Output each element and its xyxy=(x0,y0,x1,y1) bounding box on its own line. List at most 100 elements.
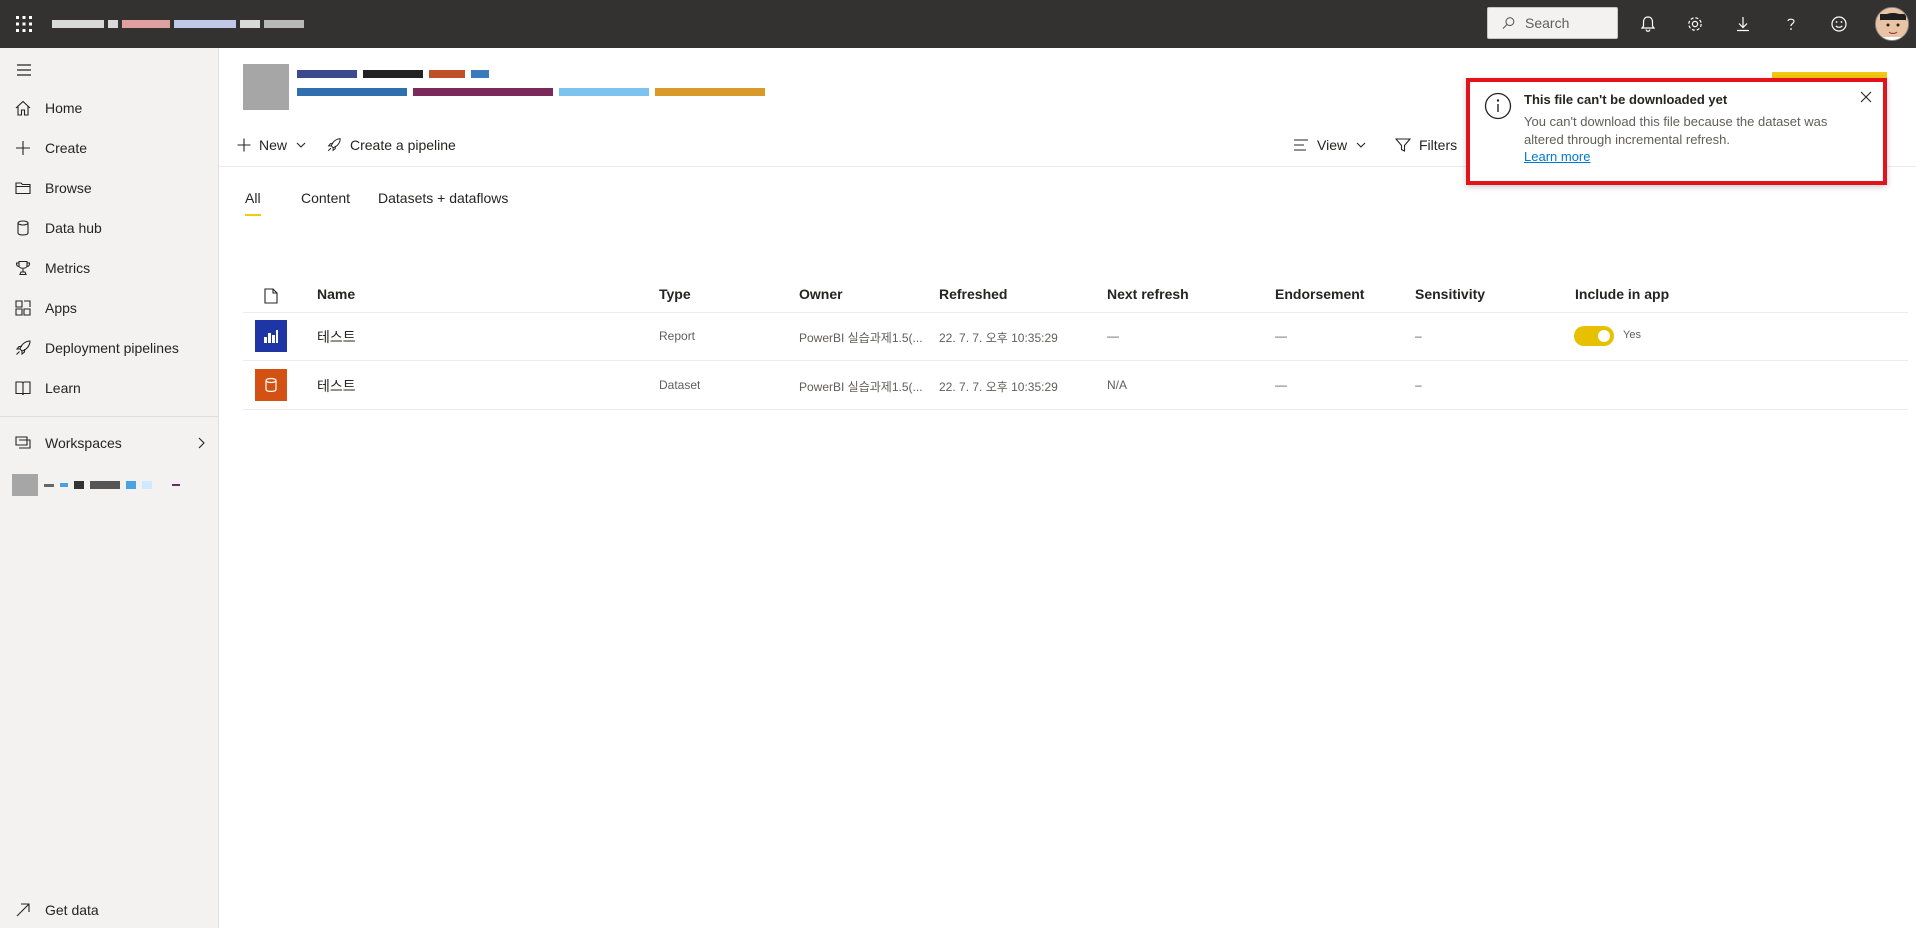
table-header-row: Name Type Owner Refreshed Next refresh E… xyxy=(243,276,1908,313)
nav-label: Get data xyxy=(45,902,99,918)
nav-item-learn[interactable]: Learn xyxy=(0,370,218,406)
new-label: New xyxy=(259,137,288,153)
dataset-icon xyxy=(255,369,287,401)
search-icon xyxy=(1502,17,1515,29)
item-type: Dataset xyxy=(659,378,701,392)
rocket-icon xyxy=(15,340,31,356)
search-input[interactable] xyxy=(1523,14,1617,32)
top-bar xyxy=(0,0,1916,48)
workspace-logo xyxy=(243,64,289,110)
notifications-bell-icon[interactable] xyxy=(1636,12,1660,36)
redacted-app-title xyxy=(52,14,304,34)
tab-content[interactable]: Content xyxy=(301,190,350,214)
table-row[interactable]: 테스트 Dataset PowerBI 실습과제1.5(... 22. 7. 7… xyxy=(243,361,1908,410)
item-name[interactable]: 테스트 xyxy=(317,327,356,347)
item-refreshed: 22. 7. 7. 오후 10:35:29 xyxy=(939,380,1058,394)
item-sensitivity: – xyxy=(1415,329,1422,343)
redacted-workspace-title xyxy=(297,64,765,124)
notification-message: You can't download this file because the… xyxy=(1524,114,1828,147)
nav-item-workspaces[interactable]: Workspaces xyxy=(0,425,218,461)
item-owner: PowerBI 실습과제1.5(... xyxy=(799,380,923,394)
settings-gear-icon[interactable] xyxy=(1683,12,1707,36)
rocket-icon xyxy=(327,138,341,152)
data-hub-icon xyxy=(17,220,29,236)
pipeline-label: Create a pipeline xyxy=(350,137,456,153)
arrow-up-right-icon xyxy=(16,903,30,917)
header-include-in-app[interactable]: Include in app xyxy=(1575,286,1669,302)
item-sensitivity: – xyxy=(1415,378,1422,392)
chevron-down-icon xyxy=(296,142,306,148)
redacted-current-workspace[interactable] xyxy=(12,474,180,496)
left-nav-pane: Home Create Browse Data hub Metrics Apps… xyxy=(0,48,219,928)
header-endorsement[interactable]: Endorsement xyxy=(1275,286,1364,302)
nav-divider xyxy=(0,416,218,417)
nav-label: Learn xyxy=(45,380,81,396)
new-button[interactable]: New xyxy=(237,124,307,166)
file-type-icon xyxy=(264,288,278,304)
nav-item-metrics[interactable]: Metrics xyxy=(0,250,218,286)
learn-more-link[interactable]: Learn more xyxy=(1524,149,1590,164)
filters-label: Filters xyxy=(1419,137,1458,153)
header-type[interactable]: Type xyxy=(659,286,691,302)
report-icon xyxy=(255,320,287,352)
feedback-smiley-icon[interactable] xyxy=(1827,12,1851,36)
include-in-app-label: Yes xyxy=(1623,329,1641,341)
nav-item-apps[interactable]: Apps xyxy=(0,290,218,326)
nav-label: Browse xyxy=(45,180,92,196)
plus-icon xyxy=(16,141,30,155)
help-question-icon[interactable] xyxy=(1779,12,1803,36)
chevron-right-icon xyxy=(198,437,205,449)
plus-icon xyxy=(237,138,251,152)
nav-label: Metrics xyxy=(45,260,91,276)
view-label: View xyxy=(1317,137,1348,153)
header-owner[interactable]: Owner xyxy=(799,286,843,302)
nav-item-browse[interactable]: Browse xyxy=(0,170,218,206)
folder-icon xyxy=(15,182,31,195)
apps-icon xyxy=(15,300,31,316)
header-refreshed[interactable]: Refreshed xyxy=(939,286,1007,302)
user-avatar[interactable] xyxy=(1875,7,1909,41)
item-endorsement: — xyxy=(1275,329,1287,343)
download-icon[interactable] xyxy=(1731,12,1755,36)
redacted-workspace-header xyxy=(243,64,765,124)
nav-item-deployment-pipelines[interactable]: Deployment pipelines xyxy=(0,330,218,366)
nav-label: Workspaces xyxy=(45,435,122,451)
item-name[interactable]: 테스트 xyxy=(317,376,356,396)
nav-label: Deployment pipelines xyxy=(45,340,179,356)
app-launcher-icon[interactable] xyxy=(14,14,34,34)
item-next-refresh: N/A xyxy=(1107,378,1128,392)
item-endorsement: — xyxy=(1275,378,1287,392)
close-icon[interactable] xyxy=(1859,90,1873,104)
nav-item-home[interactable]: Home xyxy=(0,90,218,126)
nav-label: Data hub xyxy=(45,220,102,236)
nav-item-data-hub[interactable]: Data hub xyxy=(0,210,218,246)
filters-button[interactable]: Filters xyxy=(1395,124,1457,166)
header-sensitivity[interactable]: Sensitivity xyxy=(1415,286,1485,302)
tab-all[interactable]: All xyxy=(245,190,261,216)
view-lines-icon xyxy=(1294,139,1308,151)
nav-item-get-data[interactable]: Get data xyxy=(0,892,218,928)
item-refreshed: 22. 7. 7. 오후 10:35:29 xyxy=(939,331,1058,345)
nav-label: Apps xyxy=(45,300,77,316)
create-pipeline-button[interactable]: Create a pipeline xyxy=(326,124,456,166)
chevron-down-icon xyxy=(1356,142,1366,148)
filter-funnel-icon xyxy=(1395,138,1411,152)
workspaces-icon xyxy=(15,436,31,449)
search-box[interactable] xyxy=(1487,7,1618,39)
hamburger-menu-icon[interactable] xyxy=(14,60,34,80)
header-next-refresh[interactable]: Next refresh xyxy=(1107,286,1189,302)
download-error-notification: This file can't be downloaded yet You ca… xyxy=(1466,78,1887,185)
trophy-icon xyxy=(15,260,31,276)
book-icon xyxy=(15,381,31,396)
view-button[interactable]: View xyxy=(1293,124,1367,166)
notification-title: This file can't be downloaded yet xyxy=(1524,92,1728,107)
tab-datasets-dataflows[interactable]: Datasets + dataflows xyxy=(378,190,508,214)
item-type: Report xyxy=(659,329,696,343)
nav-item-create[interactable]: Create xyxy=(0,130,218,166)
home-icon xyxy=(15,100,31,116)
item-next-refresh: — xyxy=(1107,329,1119,343)
header-name[interactable]: Name xyxy=(317,286,355,302)
table-row[interactable]: 테스트 Report PowerBI 실습과제1.5(... 22. 7. 7.… xyxy=(243,312,1908,361)
include-in-app-toggle[interactable] xyxy=(1574,326,1614,346)
nav-label: Create xyxy=(45,140,88,156)
